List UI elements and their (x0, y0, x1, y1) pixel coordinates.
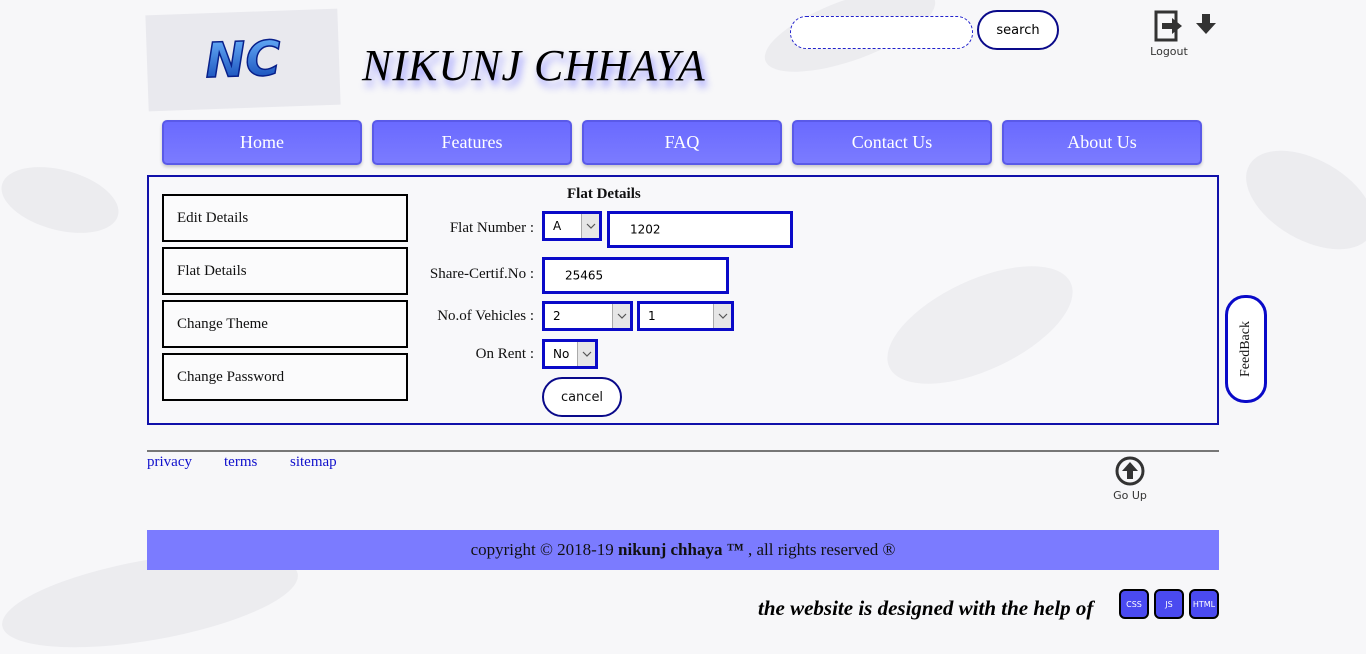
html-badge[interactable]: HTML (1189, 589, 1219, 619)
content-panel: Edit Details Flat Details Change Theme C… (147, 175, 1219, 425)
logo-text: NC (204, 31, 281, 90)
footer-link-terms[interactable]: terms (224, 454, 257, 471)
footer-divider (147, 450, 1219, 452)
nav-faq[interactable]: FAQ (582, 120, 782, 165)
background-shape (0, 155, 126, 245)
wing-select[interactable]: A (542, 211, 602, 241)
css-badge[interactable]: CSS (1119, 589, 1149, 619)
flat-number-label: Flat Number : (449, 220, 534, 236)
go-up-label: Go Up (1113, 489, 1147, 502)
footer-link-privacy[interactable]: privacy (147, 454, 192, 471)
on-rent-select-value: No (553, 347, 570, 361)
share-cert-input[interactable]: 25465 (542, 257, 729, 294)
share-cert-value: 25465 (565, 267, 604, 282)
cancel-button[interactable]: cancel (542, 377, 622, 417)
sidebar-item-change-password[interactable]: Change Password (162, 353, 408, 401)
arrow-up-circle-icon (1115, 456, 1145, 486)
on-rent-select[interactable]: No (542, 339, 598, 369)
form-heading: Flat Details (567, 186, 641, 202)
logo-mark: NC (204, 30, 283, 90)
flat-number-value: 1202 (630, 221, 661, 236)
copyright-brand: nikunj chhaya ™ (618, 540, 744, 559)
vehicles-select-2[interactable]: 1 (637, 301, 734, 331)
chevron-down-icon (581, 214, 599, 238)
feedback-label: FeedBack (1238, 321, 1254, 377)
wing-select-value: A (553, 219, 562, 233)
copyright-prefix: copyright © 2018-19 (470, 540, 619, 559)
nav-home[interactable]: Home (162, 120, 362, 165)
logout-button[interactable]: Logout (1146, 10, 1192, 60)
download-icon[interactable] (1194, 12, 1218, 36)
search-button[interactable]: search (977, 10, 1059, 50)
chevron-down-icon (612, 304, 630, 328)
logout-icon (1154, 10, 1182, 42)
sidebar-item-edit-details[interactable]: Edit Details (162, 194, 408, 242)
chevron-down-icon (713, 304, 731, 328)
nav-about-us[interactable]: About Us (1002, 120, 1202, 165)
search-input[interactable] (790, 16, 973, 49)
vehicles-select-2-value: 1 (648, 309, 656, 323)
on-rent-label: On Rent : (475, 346, 534, 362)
vehicles-select-1-value: 2 (553, 309, 561, 323)
share-cert-label: Share-Certif.No : (429, 266, 534, 282)
footer-link-sitemap[interactable]: sitemap (290, 454, 337, 471)
logout-label: Logout (1150, 45, 1188, 58)
sidebar-item-flat-details[interactable]: Flat Details (162, 247, 408, 295)
js-badge[interactable]: JS (1154, 589, 1184, 619)
vehicles-select-1[interactable]: 2 (542, 301, 633, 331)
nav-contact-us[interactable]: Contact Us (792, 120, 992, 165)
chevron-down-icon (577, 342, 595, 366)
feedback-tab[interactable]: FeedBack (1225, 295, 1267, 403)
background-shape (1229, 130, 1366, 270)
nav-features[interactable]: Features (372, 120, 572, 165)
main-nav: Home Features FAQ Contact Us About Us (162, 120, 1202, 165)
flat-number-input[interactable]: 1202 (607, 211, 793, 248)
site-title: NIKUNJ CHHAYA (362, 41, 706, 90)
go-up-button[interactable]: Go Up (1108, 456, 1152, 504)
sidebar-item-change-theme[interactable]: Change Theme (162, 300, 408, 348)
copyright-bar: copyright © 2018-19 nikunj chhaya ™ , al… (147, 530, 1219, 570)
designed-with-text: the website is designed with the help of (758, 596, 1094, 620)
vehicles-label: No.of Vehicles : (437, 308, 534, 324)
copyright-suffix: , all rights reserved ® (743, 540, 896, 559)
site-logo[interactable]: NC (145, 8, 341, 112)
